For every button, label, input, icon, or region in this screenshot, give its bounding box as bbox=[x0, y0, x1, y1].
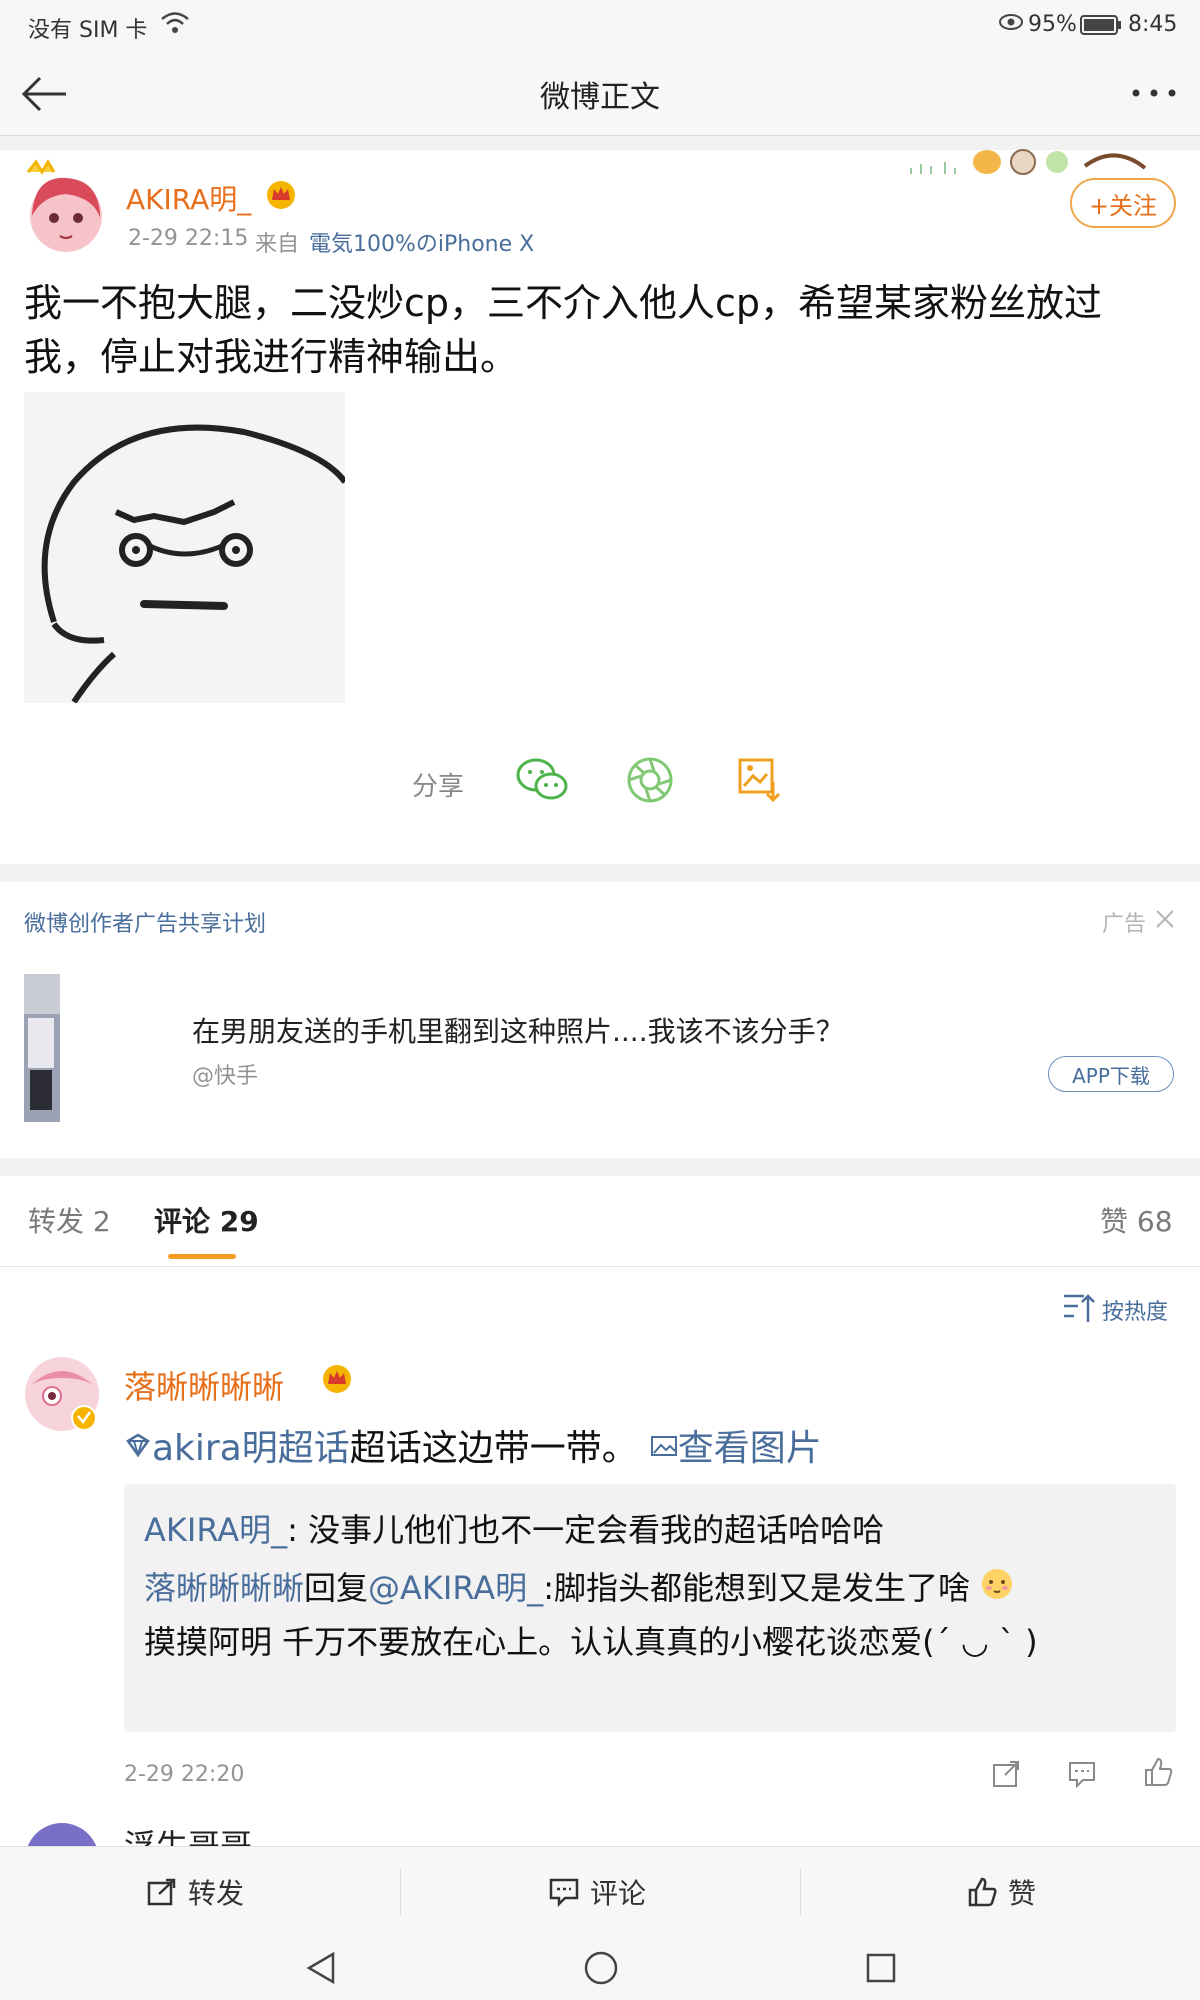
bottom-divider bbox=[400, 1869, 401, 1915]
avatar[interactable] bbox=[24, 158, 104, 254]
post-author[interactable]: AKIRA明_ bbox=[126, 178, 251, 218]
reply-2[interactable]: 落晰晰晰晰回复@AKIRA明_:脚指头都能想到又是发生了啥 摸摸阿明 千万不要放… bbox=[144, 1562, 1154, 1668]
ad-program-label[interactable]: 微博创作者广告共享计划 bbox=[24, 906, 266, 938]
ad-headline[interactable]: 在男朋友送的手机里翻到这种照片....我该不该分手？ bbox=[192, 1010, 844, 1050]
image-link-icon bbox=[650, 1425, 678, 1466]
comment-time: 2-29 22:20 bbox=[124, 1762, 245, 1787]
crown-badge-icon bbox=[264, 180, 298, 214]
sort-hot-button[interactable]: 按热度 bbox=[1062, 1292, 1182, 1328]
reply-1[interactable]: AKIRA明_: 没事儿他们也不一定会看我的超话哈哈哈 bbox=[144, 1504, 884, 1556]
bottom-comment-label: 评论 bbox=[590, 1877, 647, 1910]
close-ad-icon[interactable] bbox=[1150, 904, 1180, 934]
reply-author[interactable]: 落晰晰晰晰 bbox=[144, 1569, 304, 1607]
repost-icon bbox=[146, 1877, 178, 1907]
active-tab-indicator bbox=[168, 1254, 236, 1259]
sort-label: 按热度 bbox=[1102, 1300, 1169, 1325]
source-prefix: 来自 bbox=[255, 232, 300, 257]
eye-icon bbox=[998, 12, 1024, 38]
page-title: 微博正文 bbox=[540, 80, 660, 115]
commenter-crown-icon bbox=[320, 1364, 354, 1398]
bottom-divider bbox=[800, 1869, 801, 1915]
wechat-share-icon[interactable] bbox=[514, 754, 570, 806]
follow-button[interactable]: +关注 bbox=[1070, 178, 1176, 228]
reply-text: : 没事儿他们也不一定会看我的超话哈哈哈 bbox=[287, 1511, 885, 1549]
card-decoration bbox=[905, 144, 1155, 178]
tab-comment[interactable]: 评论 29 bbox=[154, 1200, 259, 1240]
tab-divider bbox=[0, 1266, 1200, 1267]
nav-bar: 微博正文 bbox=[0, 52, 1200, 136]
battery-percent: 95% bbox=[1028, 12, 1077, 37]
comment-like-icon[interactable] bbox=[1138, 1752, 1178, 1792]
next-commenter-name[interactable]: 浮生哥哥 bbox=[124, 1824, 252, 1846]
supertopic-icon bbox=[124, 1425, 152, 1466]
post-source[interactable]: 電気100%のiPhone X bbox=[309, 226, 534, 258]
like-icon bbox=[966, 1876, 998, 1908]
comment-icon bbox=[548, 1877, 580, 1907]
system-back-icon[interactable] bbox=[296, 1948, 346, 1988]
bottom-like-button[interactable]: 赞 bbox=[966, 1847, 1036, 1937]
ad-thumbnail[interactable] bbox=[24, 974, 60, 1122]
bottom-action-bar: 转发 评论 赞 bbox=[0, 1846, 1200, 1936]
post-time: 2-29 22:15 bbox=[128, 226, 249, 251]
bottom-comment-button[interactable]: 评论 bbox=[548, 1847, 646, 1937]
bottom-repost-button[interactable]: 转发 bbox=[146, 1847, 244, 1937]
bottom-like-label: 赞 bbox=[1008, 1877, 1037, 1910]
app-download-button[interactable]: APP下载 bbox=[1048, 1056, 1174, 1092]
reply-text: :脚指头都能想到又是发生了啥 bbox=[543, 1569, 970, 1607]
supertopic-link[interactable]: akira明超话 bbox=[152, 1419, 350, 1471]
next-commenter-avatar[interactable] bbox=[24, 1822, 100, 1846]
more-icon[interactable] bbox=[1124, 68, 1184, 118]
reply-mid: 回复 bbox=[304, 1569, 369, 1607]
clock: 8:45 bbox=[1128, 12, 1178, 37]
reply-author[interactable]: AKIRA明_ bbox=[144, 1511, 287, 1549]
wifi-icon bbox=[160, 10, 190, 42]
share-label: 分享 bbox=[412, 772, 465, 802]
post-image[interactable] bbox=[24, 392, 348, 704]
system-nav-bar bbox=[0, 1936, 1200, 2000]
commenter-name[interactable]: 落晰晰晰晰 bbox=[124, 1362, 284, 1408]
sort-icon bbox=[1062, 1292, 1098, 1328]
tab-like[interactable]: 赞 68 bbox=[1100, 1200, 1173, 1240]
reply-text-continued: 摸摸阿明 千万不要放在心上。认认真真的小樱花谈恋爱(´ ◡ ` ) bbox=[144, 1623, 1038, 1661]
reply-mention[interactable]: @AKIRA明_ bbox=[368, 1569, 543, 1607]
comment-text: 超话这边带一带。 bbox=[349, 1428, 638, 1469]
post-text: 我一不抱大腿，二没炒cp，三不介入他人cp，希望某家粉丝放过我，停止对我进行精神… bbox=[24, 281, 1103, 379]
comment-reply-icon[interactable] bbox=[1062, 1754, 1102, 1794]
view-image-link[interactable]: 查看图片 bbox=[678, 1419, 822, 1471]
ad-source: @快手 bbox=[192, 1064, 259, 1089]
status-bar: 没有 SIM 卡 95% 8:45 bbox=[0, 0, 1200, 52]
carrier-label: 没有 SIM 卡 bbox=[28, 18, 148, 43]
bottom-repost-label: 转发 bbox=[188, 1877, 245, 1910]
blush-emoji-icon bbox=[980, 1564, 1014, 1616]
battery-icon bbox=[1080, 14, 1122, 42]
ad-badge: 广告 bbox=[1102, 912, 1147, 937]
system-recents-icon[interactable] bbox=[856, 1948, 906, 1988]
commenter-avatar[interactable] bbox=[24, 1356, 100, 1432]
comment-share-icon[interactable] bbox=[986, 1754, 1026, 1794]
moments-share-icon[interactable] bbox=[624, 754, 676, 806]
tab-repost[interactable]: 转发 2 bbox=[28, 1200, 111, 1240]
save-image-icon[interactable] bbox=[734, 754, 786, 806]
comment-body: akira明超话 超话这边带一带。 查看图片 bbox=[124, 1419, 822, 1471]
system-home-icon[interactable] bbox=[576, 1948, 626, 1988]
